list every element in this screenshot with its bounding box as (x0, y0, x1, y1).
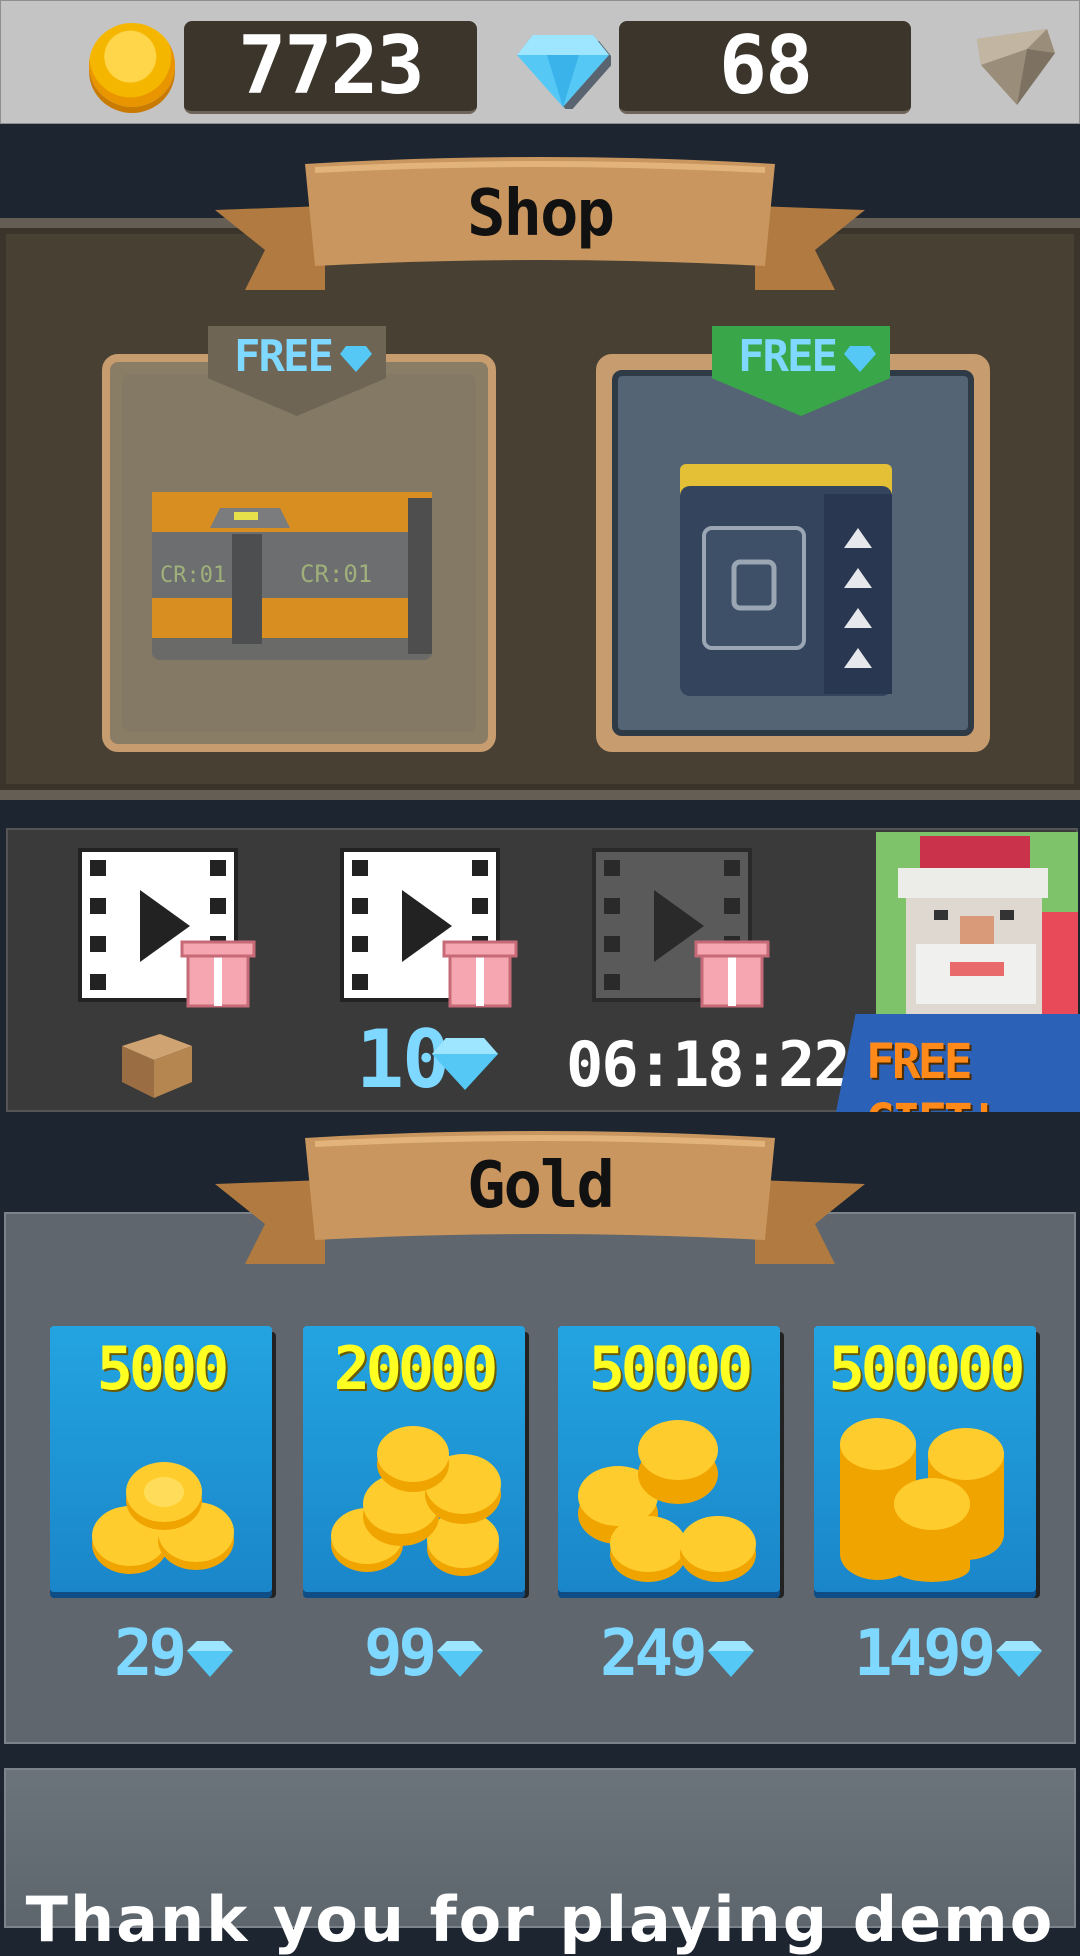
gem-counter: 68 (619, 21, 911, 114)
gold-title: Gold (466, 1149, 615, 1223)
coin-stack-icon (578, 1420, 756, 1582)
crate-label-left: CR:01 (160, 563, 226, 588)
gem-icon (187, 1641, 234, 1678)
watch-video-button-2[interactable] (338, 846, 518, 1016)
coin-counter: 7723 (184, 21, 477, 114)
badge-gem-icon (340, 346, 372, 372)
gift-icon (442, 940, 518, 1008)
gift-icon (180, 940, 256, 1008)
thank-you-message: Thank you for playing demo (25, 1883, 1055, 1956)
coin-stack-icon (840, 1418, 1004, 1582)
steel-crate-image (680, 464, 892, 696)
gem-icon (996, 1641, 1043, 1678)
cr01-crate-image: CR:01 CR:01 (152, 492, 432, 660)
gold-pack-20000[interactable]: 20000 (303, 1326, 525, 1592)
gift-icon (694, 940, 770, 1008)
chest-card-steel[interactable] (596, 354, 990, 752)
coin-stack-icon (92, 1462, 234, 1574)
gem-icon (432, 1038, 498, 1090)
shop-title: Shop (466, 177, 615, 251)
coin-stack-icon (331, 1426, 501, 1576)
gold-pack-5000[interactable]: 5000 (50, 1326, 272, 1592)
gold-price-99: 99 (364, 1618, 484, 1690)
gold-price-29: 29 (114, 1618, 234, 1690)
gem-icon (707, 1641, 754, 1678)
gold-price-249: 249 (600, 1618, 754, 1690)
watch-video-button-1[interactable] (76, 846, 256, 1016)
video-cooldown-timer: 06:18:22 (566, 1028, 851, 1101)
crate-label-right: CR:01 (300, 560, 372, 588)
gold-pack-50000[interactable]: 50000 (558, 1326, 780, 1592)
gem-icon (437, 1641, 484, 1678)
gem-icon (517, 35, 611, 109)
box-icon (122, 1034, 192, 1098)
menu-gem-icon[interactable] (967, 19, 1059, 109)
gold-pack-500000[interactable]: 500000 (814, 1326, 1036, 1592)
watch-video-button-3-locked[interactable] (590, 846, 770, 1016)
free-gift-button[interactable]: FREE GIFT! (836, 1014, 1080, 1112)
gold-price-1499: 1499 (854, 1618, 1043, 1690)
santa-avatar[interactable] (876, 832, 1078, 1026)
top-currency-bar: 7723 68 (0, 0, 1080, 124)
badge-gem-icon (844, 346, 876, 372)
coin-icon (89, 23, 175, 107)
